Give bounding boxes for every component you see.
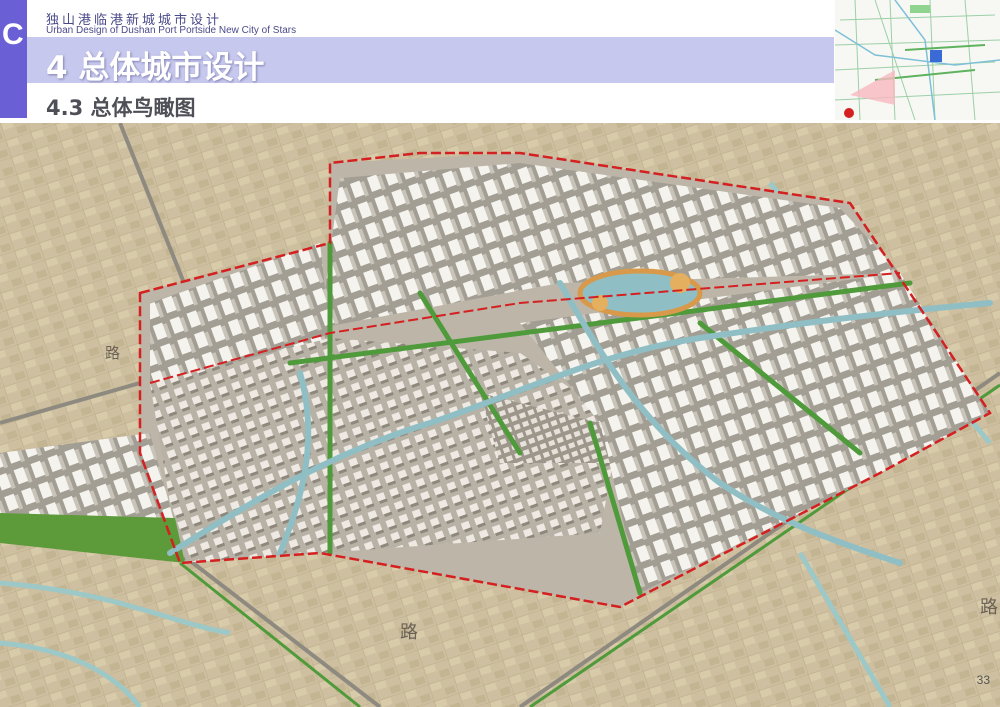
chapter-title: 4 总体城市设计 [46,50,265,86]
project-title-en: Urban Design of Dushan Port Portside New… [46,25,297,36]
chapter-tab-letter: C [2,18,24,51]
key-map [835,0,1000,120]
road-label: 路 [400,622,418,643]
page-number: 33 [976,673,990,687]
road-label: 路 [105,344,120,362]
aerial-map: 路 路 路 [0,123,1000,707]
chapter-tab: C [0,0,27,118]
aerial-view: 路 路 路 33 [0,123,1000,707]
road-label: 路 [980,597,998,618]
section-title: 4.3 总体鸟瞰图 [46,96,196,120]
key-map-graphic [835,0,1000,120]
